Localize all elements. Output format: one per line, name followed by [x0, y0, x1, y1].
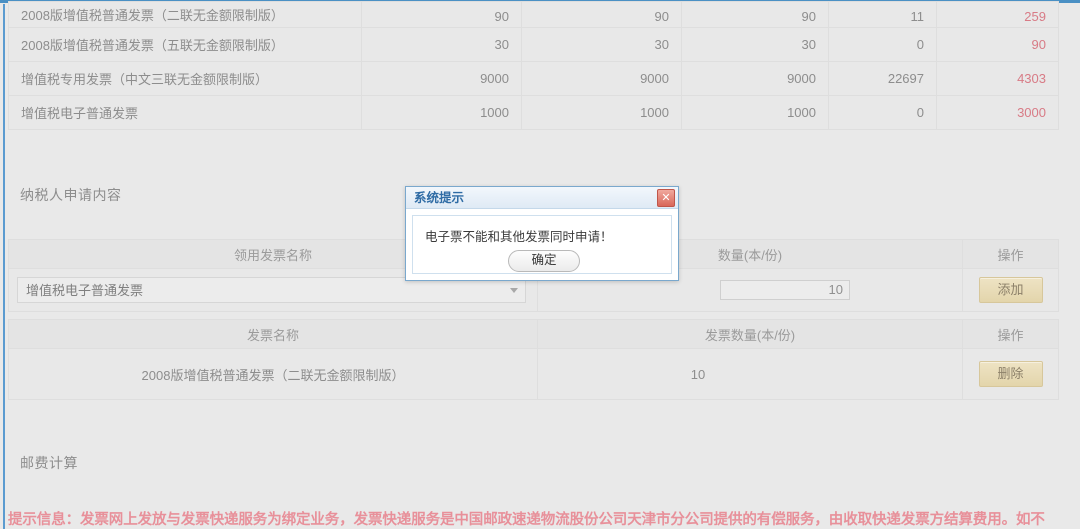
stock-col3: 1000 [681, 95, 829, 130]
added-table-header-row: 发票名称 发票数量(本/份) 操作 [8, 319, 1059, 349]
system-prompt-dialog: 系统提示 ✕ 电子票不能和其他发票同时申请！ 确定 [405, 186, 679, 281]
quantity-input[interactable] [720, 280, 850, 300]
close-icon[interactable]: ✕ [657, 189, 675, 207]
stock-invoice-name: 2008版增值税普通发票（二联无金额限制版） [8, 1, 362, 28]
stock-col5: 3000 [936, 95, 1059, 130]
stock-col5: 90 [936, 27, 1059, 62]
invoice-stock-table: 2008版增值税普通发票（二联无金额限制版） 90 90 90 11 259 2… [8, 1, 1059, 130]
header-invoice-name: 发票名称 [8, 319, 538, 349]
table-row: 2008版增值税普通发票（二联无金额限制版） 10 删除 [8, 348, 1059, 400]
postage-section-title: 邮费计算 [20, 455, 78, 471]
stock-col4: 11 [828, 1, 937, 28]
added-invoice-name: 2008版增值税普通发票（二联无金额限制版） [8, 348, 538, 400]
stock-col3: 9000 [681, 61, 829, 96]
delete-button[interactable]: 删除 [978, 361, 1043, 387]
chevron-down-icon [510, 288, 518, 293]
stock-invoice-name: 2008版增值税普通发票（五联无金额限制版） [8, 27, 362, 62]
header-action: 操作 [962, 239, 1059, 269]
header-invoice-quantity: 发票数量(本/份) [537, 319, 963, 349]
stock-col1: 30 [361, 27, 522, 62]
stock-col4: 0 [828, 95, 937, 130]
added-invoices-table: 发票名称 发票数量(本/份) 操作 2008版增值税普通发票（二联无金额限制版）… [8, 319, 1059, 400]
stock-col5: 259 [936, 1, 1059, 28]
stock-col4: 22697 [828, 61, 937, 96]
stock-col3: 30 [681, 27, 829, 62]
add-button[interactable]: 添加 [978, 277, 1043, 303]
table-row: 增值税专用发票（中文三联无金额限制版） 9000 9000 9000 22697… [8, 61, 1059, 96]
confirm-button[interactable]: 确定 [508, 250, 580, 272]
stock-col5: 4303 [936, 61, 1059, 96]
notice-text: 提示信息：发票网上发放与发票快递服务为绑定业务，发票快递服务是中国邮政速递物流股… [8, 512, 1045, 528]
stock-col4: 0 [828, 27, 937, 62]
stock-col2: 30 [521, 27, 682, 62]
delete-action-cell: 删除 [962, 348, 1059, 400]
add-action-cell: 添加 [962, 268, 1059, 312]
table-row: 2008版增值税普通发票（五联无金额限制版） 30 30 30 0 90 [8, 27, 1059, 62]
stock-col1: 90 [361, 1, 522, 28]
invoice-type-select-value: 增值税电子普通发票 [26, 283, 144, 298]
page-root: 2008版增值税普通发票（二联无金额限制版） 90 90 90 11 259 2… [0, 0, 1080, 529]
stock-col2: 9000 [521, 61, 682, 96]
stock-col2: 1000 [521, 95, 682, 130]
stock-col2: 90 [521, 1, 682, 28]
stock-col1: 1000 [361, 95, 522, 130]
dialog-message: 电子票不能和其他发票同时申请！ [425, 230, 613, 244]
stock-invoice-name: 增值税专用发票（中文三联无金额限制版） [8, 61, 362, 96]
table-row: 2008版增值税普通发票（二联无金额限制版） 90 90 90 11 259 [8, 1, 1059, 28]
table-row: 增值税电子普通发票 1000 1000 1000 0 3000 [8, 95, 1059, 130]
apply-section-title: 纳税人申请内容 [20, 187, 122, 203]
stock-invoice-name: 增值税电子普通发票 [8, 95, 362, 130]
dialog-body: 电子票不能和其他发票同时申请！ 确定 [412, 215, 672, 274]
left-accent-rail [3, 4, 5, 529]
added-invoice-quantity: 10 [537, 348, 963, 400]
dialog-title-bar: 系统提示 ✕ [406, 187, 678, 209]
stock-col1: 9000 [361, 61, 522, 96]
stock-col3: 90 [681, 1, 829, 28]
header-action: 操作 [962, 319, 1059, 349]
dialog-title: 系统提示 [414, 191, 465, 205]
